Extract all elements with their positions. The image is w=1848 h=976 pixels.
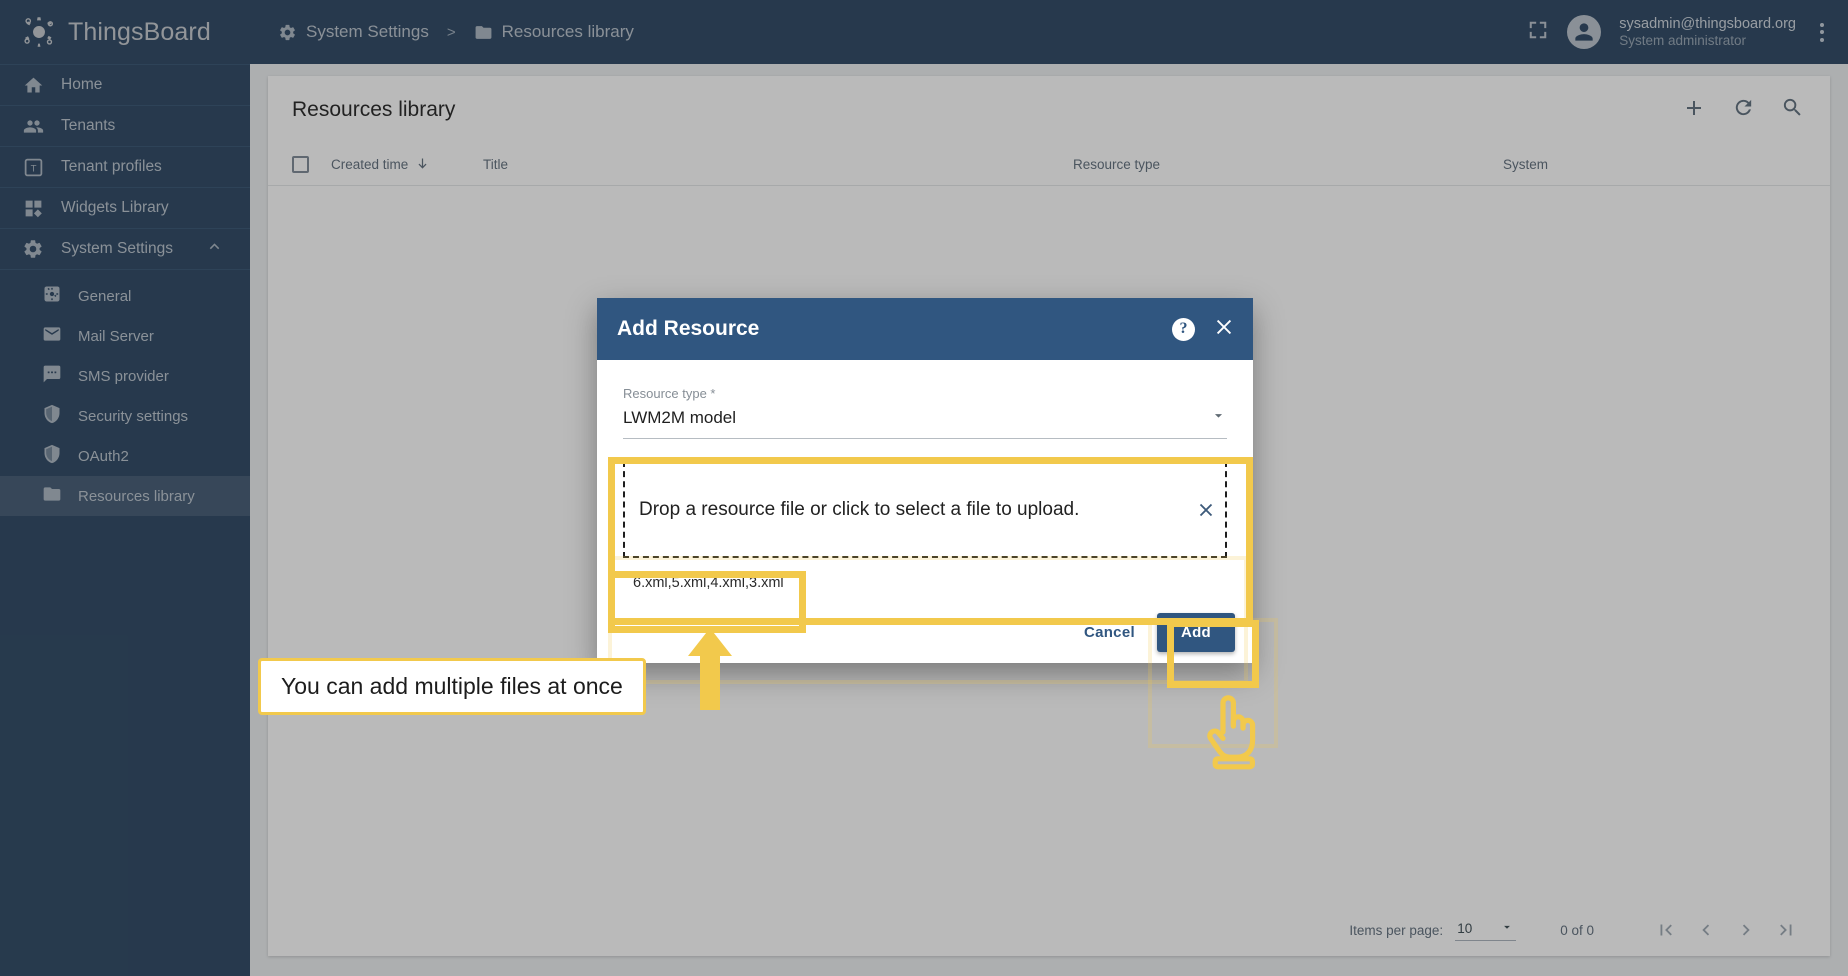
- add-resource-dialog: Add Resource ? Resource type * LWM2M mod…: [597, 298, 1253, 663]
- close-icon[interactable]: [1213, 316, 1235, 343]
- dialog-footer: Cancel Add: [597, 601, 1253, 663]
- dialog-title: Add Resource: [617, 317, 759, 341]
- cancel-button[interactable]: Cancel: [1068, 614, 1151, 651]
- selected-files-label: 6.xml,5.xml,4.xml,3.xml: [623, 567, 1227, 601]
- resource-type-value: LWM2M model: [623, 408, 736, 428]
- file-dropzone[interactable]: Drop a resource file or click to select …: [623, 461, 1227, 558]
- clear-files-icon[interactable]: [1195, 499, 1217, 526]
- help-icon[interactable]: ?: [1172, 318, 1195, 341]
- add-button[interactable]: Add: [1157, 613, 1235, 652]
- dialog-header-actions: ?: [1172, 316, 1235, 343]
- file-upload-section: Drop a resource file or click to select …: [623, 461, 1227, 601]
- dropzone-label: Drop a resource file or click to select …: [639, 499, 1079, 521]
- resource-type-select[interactable]: LWM2M model: [623, 407, 1227, 439]
- chevron-down-icon: [1210, 407, 1227, 429]
- resource-type-label: Resource type *: [623, 386, 1227, 401]
- dialog-body: Resource type * LWM2M model Drop a resou…: [597, 360, 1253, 601]
- dialog-header: Add Resource ?: [597, 298, 1253, 360]
- application-window: ThingsBoard Home Tenants T: [0, 0, 1848, 976]
- resource-type-field: Resource type * LWM2M model: [623, 386, 1227, 439]
